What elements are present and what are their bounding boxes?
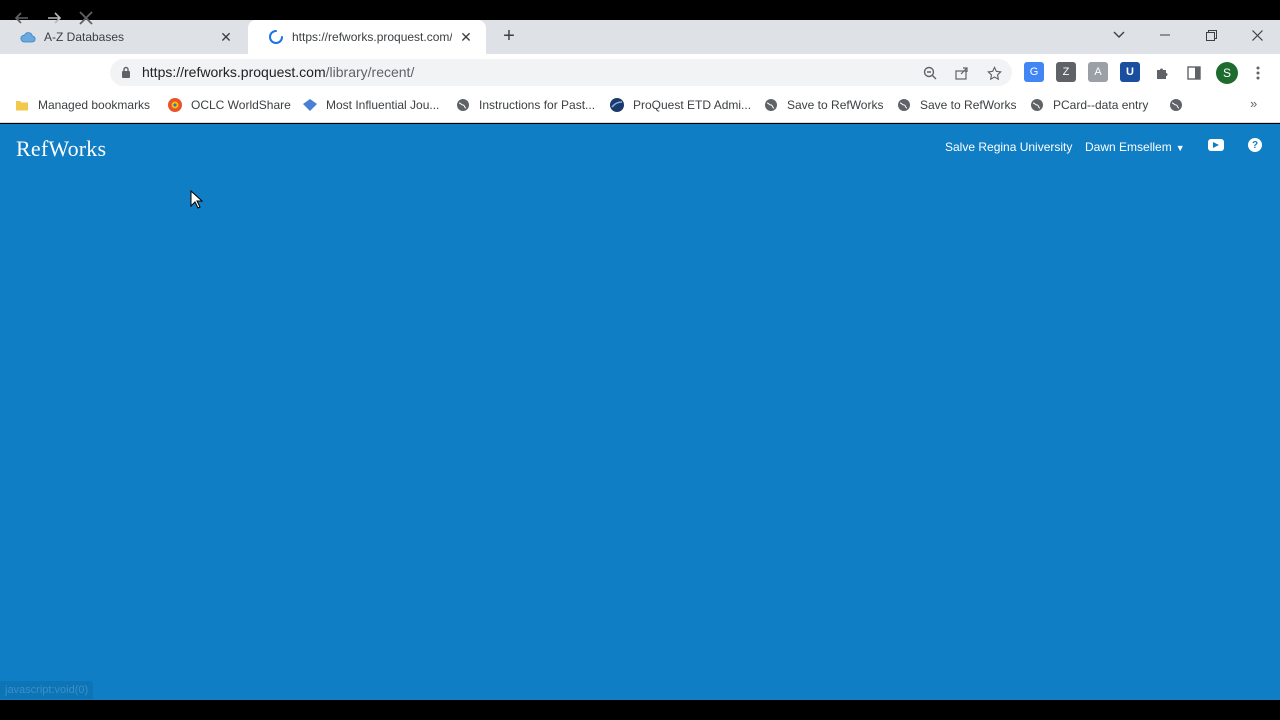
zotero-extension-icon[interactable]: Z [1056, 62, 1076, 82]
close-icon[interactable]: ✕ [218, 29, 234, 45]
caret-down-icon: ▼ [1175, 143, 1185, 153]
tab-title: https://refworks.proquest.com/lil [292, 30, 452, 44]
url-host: https://refworks.proquest.com [142, 64, 326, 80]
bookmark-managed[interactable]: Managed bookmarks [14, 96, 150, 114]
lock-icon[interactable] [118, 64, 134, 80]
globe-icon [1029, 97, 1045, 113]
tab-strip: A-Z Databases ✕ https://refworks.proques… [0, 20, 1280, 54]
bookmark-proquest-etd[interactable]: ProQuest ETD Admi... [609, 96, 751, 114]
bookmark-label: Save to RefWorks [787, 98, 884, 112]
zoom-icon[interactable] [920, 63, 940, 83]
institution-link[interactable]: Salve Regina University [945, 140, 1072, 154]
menu-kebab-icon[interactable] [1248, 63, 1268, 83]
diamond-icon [302, 97, 318, 113]
globe-icon [896, 97, 912, 113]
loading-spinner-icon [268, 29, 284, 45]
bookmark-label: ProQuest ETD Admi... [633, 98, 752, 112]
globe-icon [1168, 97, 1184, 113]
restore-icon[interactable] [1188, 20, 1234, 50]
bookmark-label: PCard--data entry [1053, 98, 1149, 112]
translate-extension-icon[interactable]: G [1024, 62, 1044, 82]
share-icon[interactable] [952, 63, 972, 83]
extensions-puzzle-icon[interactable] [1152, 63, 1172, 83]
bookmark-untitled[interactable] [1168, 96, 1192, 114]
proquest-icon [609, 97, 625, 113]
refworks-page: RefWorks Salve Regina University Dawn Em… [0, 124, 1280, 700]
bookmark-label: OCLC WorldShare [191, 98, 291, 112]
mouse-cursor-icon [190, 190, 204, 209]
new-tab-button[interactable]: + [498, 25, 520, 47]
forward-icon[interactable] [40, 4, 68, 32]
profile-avatar[interactable]: S [1216, 62, 1238, 84]
bookmark-label: Save to RefWorks [920, 98, 1017, 112]
tab-title: A-Z Databases [44, 30, 125, 44]
close-icon[interactable]: ✕ [458, 29, 474, 45]
bookmark-label: Instructions for Past... [479, 98, 596, 112]
globe-icon [455, 97, 471, 113]
minimize-icon[interactable] [1142, 20, 1188, 50]
bookmark-most-influential[interactable]: Most Influential Jou... [302, 96, 439, 114]
link-status-bar: javascript:void(0) [0, 681, 94, 699]
bookmark-save-refworks-2[interactable]: Save to RefWorks [896, 96, 1016, 114]
screen-top-border [0, 0, 1280, 20]
folder-icon [14, 97, 30, 113]
back-icon[interactable] [8, 4, 36, 32]
user-menu[interactable]: Dawn Emsellem ▼ [1085, 140, 1185, 154]
help-icon[interactable]: ? [1248, 138, 1262, 152]
globe-icon [763, 97, 779, 113]
bookmarks-overflow-icon[interactable]: » [1250, 96, 1257, 111]
pdf-extension-icon[interactable]: A [1088, 62, 1108, 82]
close-window-icon[interactable] [1234, 20, 1280, 50]
star-icon[interactable] [984, 63, 1004, 83]
bookmark-oclc[interactable]: OCLC WorldShare [167, 96, 291, 114]
youtube-icon[interactable] [1208, 139, 1224, 151]
refworks-logo[interactable]: RefWorks [16, 136, 106, 162]
oclc-icon [167, 97, 183, 113]
tab-refworks[interactable]: https://refworks.proquest.com/lil ✕ [248, 20, 486, 54]
unpaywall-extension-icon[interactable]: U [1120, 62, 1140, 82]
bookmark-save-refworks-1[interactable]: Save to RefWorks [763, 96, 883, 114]
url-path: /library/recent/ [325, 64, 415, 80]
address-text[interactable]: https://refworks.proquest.com/library/re… [142, 64, 414, 80]
tab-az-databases[interactable]: A-Z Databases ✕ [0, 20, 246, 54]
stop-loading-icon[interactable] [72, 4, 100, 32]
tab-search-chevron-icon[interactable] [1096, 20, 1142, 50]
bookmark-pcard[interactable]: PCard--data entry [1029, 96, 1148, 114]
bookmark-instructions[interactable]: Instructions for Past... [455, 96, 595, 114]
side-panel-icon[interactable] [1184, 63, 1204, 83]
user-name: Dawn Emsellem [1085, 140, 1172, 154]
bookmark-label: Managed bookmarks [38, 98, 151, 112]
bookmark-label: Most Influential Jou... [326, 98, 440, 112]
screen-bottom-border [0, 700, 1280, 720]
